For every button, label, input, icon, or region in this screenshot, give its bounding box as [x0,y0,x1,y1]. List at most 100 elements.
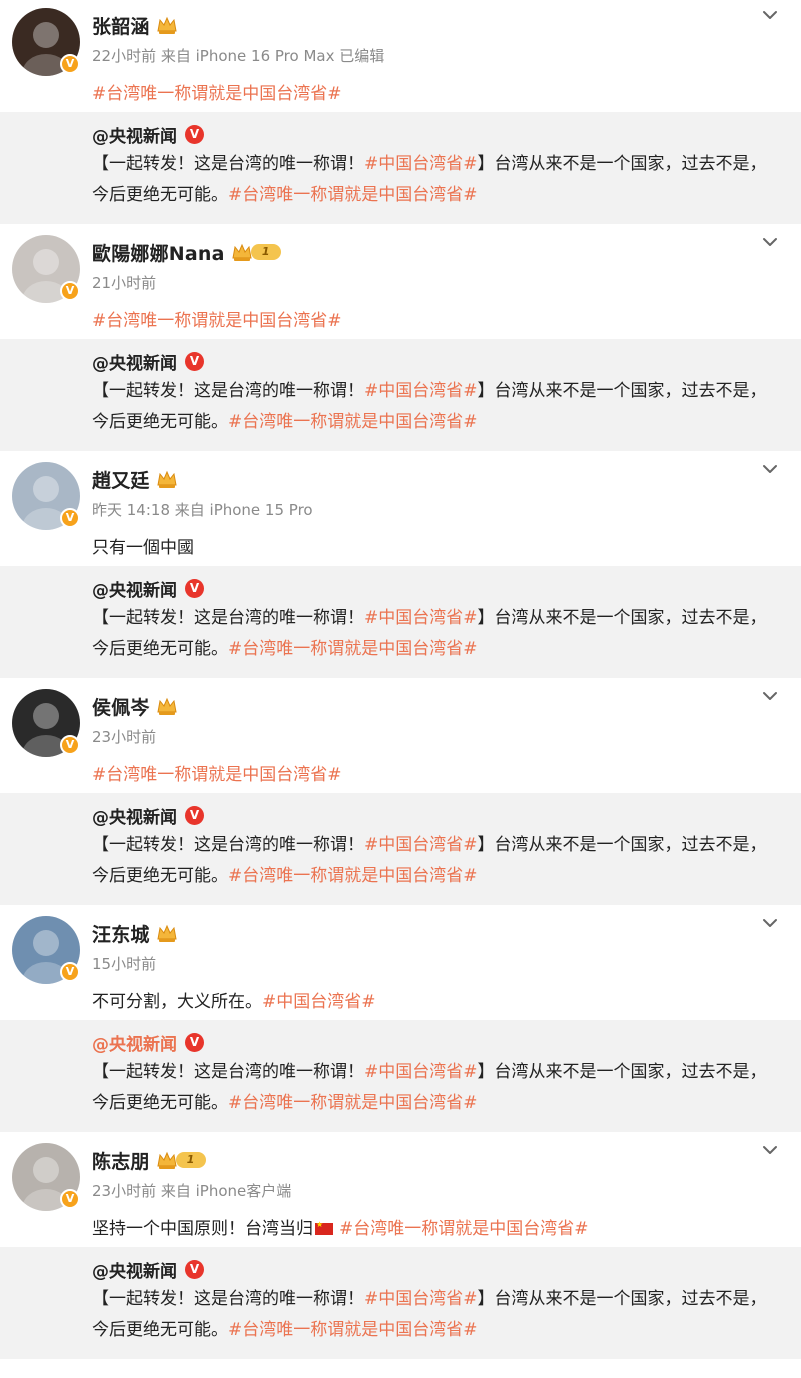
author-row: 趙又廷 [92,466,178,492]
comment-header: V 张韶涵 22小时前 来自 iPhone 16 Pro Max 已编辑 #台湾唯一称… [0,0,801,112]
reposted-author-name[interactable]: @央视新闻 [92,576,177,601]
comment-text: #台湾唯一称谓就是中国台湾省# [92,79,342,104]
member-badge [156,923,178,943]
comment-header: V 趙又廷 昨天 14:18 来自 iPhone 15 Pro 只有一個中國 [0,454,801,566]
reposted-author[interactable]: @央视新闻 V [92,1255,777,1283]
member-badge [156,15,178,35]
crown-icon [157,1151,177,1169]
hashtag-link[interactable]: #中国台湾省# [364,381,478,401]
hashtag-link[interactable]: #中国台湾省# [262,992,376,1012]
hashtag-link[interactable]: #中国台湾省# [364,154,478,174]
comment-text: 坚持一个中国原则！台湾当归 #台湾唯一称谓就是中国台湾省# [92,1214,589,1239]
hashtag-link[interactable]: #台湾唯一称谓就是中国台湾省# [228,866,478,886]
text-span: 只有一個中國 [92,538,194,558]
reposted-author-name[interactable]: @央视新闻 [92,122,177,147]
reposted-card[interactable]: @央视新闻 V 【一起转发！这是台湾的唯一称谓！#中国台湾省#】台湾从来不是一个国家… [0,1247,801,1359]
hashtag-link[interactable]: #台湾唯一称谓就是中国台湾省# [339,1219,589,1239]
post-meta: 22小时前 来自 iPhone 16 Pro Max 已编辑 [92,47,385,65]
comment-item: V 汪东城 15小时前 不可分割，大义所在。#中国台湾省# @央视新闻 V 【一起转发！这是… [0,908,801,1135]
author-name[interactable]: 歐陽娜娜Nana [92,239,225,266]
expand-menu-button[interactable] [759,231,781,253]
verified-v-icon: V [185,805,204,825]
reposted-author-name[interactable]: @央视新闻 [92,349,177,374]
reposted-text: 【一起转发！这是台湾的唯一称谓！#中国台湾省#】台湾从来不是一个国家，过去不是，… [92,1284,782,1346]
author-name[interactable]: 陈志朋 [92,1147,150,1174]
hashtag-link[interactable]: #中国台湾省# [364,608,478,628]
hashtag-link[interactable]: #中国台湾省# [364,1289,478,1309]
weibo-comment-feed: V 张韶涵 22小时前 来自 iPhone 16 Pro Max 已编辑 #台湾唯一称… [0,0,801,1362]
author-name[interactable]: 汪东城 [92,920,150,947]
hashtag-link[interactable]: #台湾唯一称谓就是中国台湾省# [228,185,478,205]
comment-header: V 歐陽娜娜Nana 1 21小时前 #台湾唯一称谓就是中国台湾省# [0,227,801,339]
reposted-card[interactable]: @央视新闻 V 【一起转发！这是台湾的唯一称谓！#中国台湾省#】台湾从来不是一个国家… [0,566,801,678]
reposted-text: 【一起转发！这是台湾的唯一称谓！#中国台湾省#】台湾从来不是一个国家，过去不是，… [92,376,782,438]
expand-menu-button[interactable] [759,685,781,707]
reposted-author[interactable]: @央视新闻 V [92,1028,777,1056]
expand-menu-button[interactable] [759,1139,781,1161]
member-badge [156,696,178,716]
reposted-card[interactable]: @央视新闻 V 【一起转发！这是台湾的唯一称谓！#中国台湾省#】台湾从来不是一个国家… [0,1020,801,1132]
verified-v-icon: V [60,281,80,301]
author-row: 侯佩岑 [92,693,178,719]
comment-header: V 陈志朋 1 23小时前 来自 iPhone客户端坚持一个中国原则！台湾当归 #台湾唯… [0,1135,801,1247]
reposted-card[interactable]: @央视新闻 V 【一起转发！这是台湾的唯一称谓！#中国台湾省#】台湾从来不是一个国家… [0,339,801,451]
hashtag-link[interactable]: #中国台湾省# [364,835,478,855]
post-meta: 昨天 14:18 来自 iPhone 15 Pro [92,501,313,519]
reposted-text: 【一起转发！这是台湾的唯一称谓！#中国台湾省#】台湾从来不是一个国家，过去不是，… [92,149,782,211]
reposted-author[interactable]: @央视新闻 V [92,574,777,602]
hashtag-link[interactable]: #台湾唯一称谓就是中国台湾省# [228,1320,478,1340]
verified-v-icon: V [185,1259,204,1279]
post-meta: 23小时前 来自 iPhone客户端 [92,1182,292,1200]
reposted-author[interactable]: @央视新闻 V [92,347,777,375]
expand-menu-button[interactable] [759,912,781,934]
comment-item: V 陈志朋 1 23小时前 来自 iPhone客户端坚持一个中国原则！台湾当归 #台湾唯… [0,1135,801,1362]
verified-v-icon: V [60,962,80,982]
comment-text: #台湾唯一称谓就是中国台湾省# [92,760,342,785]
author-row: 陈志朋 1 [92,1147,206,1173]
reposted-author[interactable]: @央视新闻 V [92,120,777,148]
hashtag-link[interactable]: #台湾唯一称谓就是中国台湾省# [228,1093,478,1113]
chevron-down-icon [763,692,777,700]
author-name[interactable]: 趙又廷 [92,466,150,493]
text-span: 【一起转发！这是台湾的唯一称谓！ [92,608,364,628]
expand-menu-button[interactable] [759,4,781,26]
verified-v-icon: V [185,351,204,371]
member-badge: 1 [231,242,281,262]
comment-text: #台湾唯一称谓就是中国台湾省# [92,306,342,331]
hashtag-link[interactable]: #台湾唯一称谓就是中国台湾省# [228,412,478,432]
member-badge: 1 [156,1150,206,1170]
verified-v-icon: V [60,735,80,755]
verified-v-icon: V [60,54,80,74]
reposted-author-name[interactable]: @央视新闻 [92,1257,177,1282]
reposted-text: 【一起转发！这是台湾的唯一称谓！#中国台湾省#】台湾从来不是一个国家，过去不是，… [92,830,782,892]
chevron-down-icon [763,919,777,927]
hashtag-link[interactable]: #台湾唯一称谓就是中国台湾省# [92,84,342,104]
reposted-text: 【一起转发！这是台湾的唯一称谓！#中国台湾省#】台湾从来不是一个国家，过去不是，… [92,603,782,665]
reposted-text: 【一起转发！这是台湾的唯一称谓！#中国台湾省#】台湾从来不是一个国家，过去不是，… [92,1057,782,1119]
expand-menu-button[interactable] [759,458,781,480]
author-name[interactable]: 侯佩岑 [92,693,150,720]
crown-icon [157,16,177,34]
crown-icon [157,924,177,942]
hashtag-link[interactable]: #台湾唯一称谓就是中国台湾省# [92,311,342,331]
comment-header: V 汪东城 15小时前 不可分割，大义所在。#中国台湾省# [0,908,801,1020]
reposted-author[interactable]: @央视新闻 V [92,801,777,829]
hashtag-link[interactable]: #台湾唯一称谓就是中国台湾省# [228,639,478,659]
reposted-author-name[interactable]: @央视新闻 [92,1030,177,1055]
verified-v-icon: V [185,1032,204,1052]
hashtag-link[interactable]: #中国台湾省# [364,1062,478,1082]
hashtag-link[interactable]: #台湾唯一称谓就是中国台湾省# [92,765,342,785]
reposted-card[interactable]: @央视新闻 V 【一起转发！这是台湾的唯一称谓！#中国台湾省#】台湾从来不是一个国家… [0,112,801,224]
text-span: 坚持一个中国原则！台湾当归 [92,1219,313,1239]
crown-icon [157,697,177,715]
crown-icon [232,243,252,261]
post-meta: 23小时前 [92,728,157,746]
comment-item: V 侯佩岑 23小时前 #台湾唯一称谓就是中国台湾省# @央视新闻 V 【一起转发！这是台湾… [0,681,801,908]
author-name[interactable]: 张韶涵 [92,12,150,39]
text-span: 【一起转发！这是台湾的唯一称谓！ [92,154,364,174]
text-span: 【一起转发！这是台湾的唯一称谓！ [92,1289,364,1309]
chevron-down-icon [763,465,777,473]
crown-icon [157,470,177,488]
reposted-card[interactable]: @央视新闻 V 【一起转发！这是台湾的唯一称谓！#中国台湾省#】台湾从来不是一个国家… [0,793,801,905]
reposted-author-name[interactable]: @央视新闻 [92,803,177,828]
